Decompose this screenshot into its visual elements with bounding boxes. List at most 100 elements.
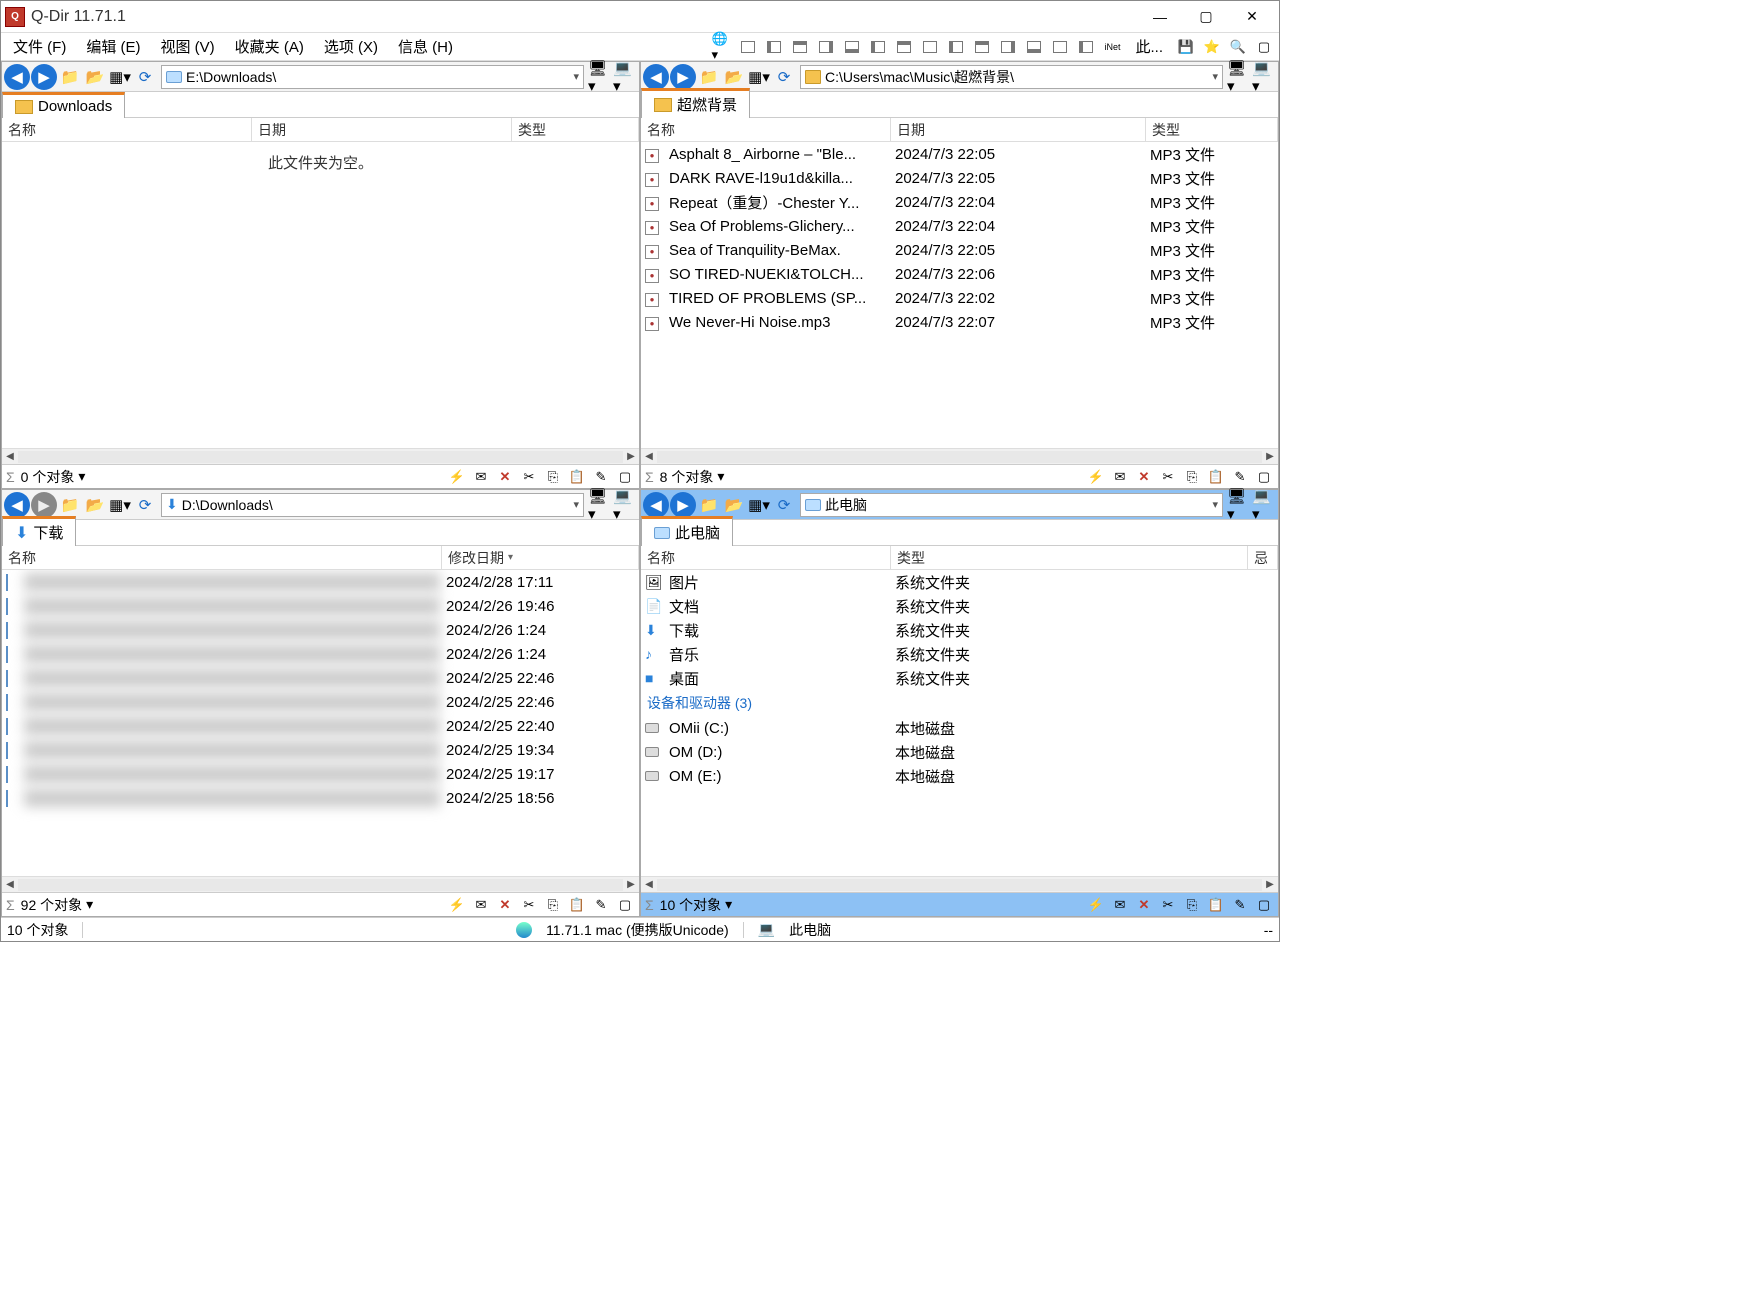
col-name[interactable]: 名称 xyxy=(641,546,891,569)
col-name[interactable]: 名称 xyxy=(2,546,442,569)
flash-icon[interactable]: ⚡ xyxy=(1086,467,1106,487)
file-list-tr[interactable]: ● Asphalt 8_ Airborne – "Ble... 2024/7/3… xyxy=(641,142,1278,448)
layout-4d-icon[interactable] xyxy=(997,36,1019,58)
paste-icon[interactable]: 📋 xyxy=(1206,467,1226,487)
disk-icon[interactable]: 💾 xyxy=(1175,36,1197,58)
edit-icon[interactable]: ✎ xyxy=(1230,467,1250,487)
laptop-icon[interactable]: 💻▾ xyxy=(1252,493,1276,517)
forward-button[interactable]: ▶ xyxy=(31,64,57,90)
cut-icon[interactable]: ✂ xyxy=(519,467,539,487)
props-icon[interactable]: ▢ xyxy=(615,895,635,915)
file-row[interactable]: 2024/2/26 1:24 xyxy=(2,642,639,666)
menu-view[interactable]: 视图 (V) xyxy=(153,34,223,59)
paste-icon[interactable]: 📋 xyxy=(1206,895,1226,915)
cut-icon[interactable]: ✂ xyxy=(1158,467,1178,487)
refresh-icon[interactable]: ⟳ xyxy=(133,65,157,89)
layout-4a-icon[interactable] xyxy=(919,36,941,58)
explorer-icon[interactable]: 📁 xyxy=(697,493,721,517)
laptop-icon[interactable]: 💻▾ xyxy=(613,493,637,517)
copy-icon[interactable]: ⎘ xyxy=(1182,895,1202,915)
system-folder-row[interactable]: ⬇ 下载 系统文件夹 xyxy=(641,618,1278,642)
back-button[interactable]: ◀ xyxy=(643,492,669,518)
inet-icon[interactable]: iNet xyxy=(1101,36,1123,58)
menu-options[interactable]: 选项 (X) xyxy=(316,34,386,59)
refresh-icon[interactable]: ⟳ xyxy=(772,65,796,89)
col-type[interactable]: 类型 xyxy=(1146,118,1278,141)
file-list-br[interactable]: 🖼 图片 系统文件夹📄 文档 系统文件夹⬇ 下载 系统文件夹♪ 音乐 系统文件夹… xyxy=(641,570,1278,876)
props-icon[interactable]: ▢ xyxy=(1254,467,1274,487)
menu-edit[interactable]: 编辑 (E) xyxy=(78,34,148,59)
system-folder-row[interactable]: ■ 桌面 系统文件夹 xyxy=(641,666,1278,690)
forward-button[interactable]: ▶ xyxy=(670,64,696,90)
star-icon[interactable]: ⭐ xyxy=(1201,36,1223,58)
mail-icon[interactable]: ✉ xyxy=(1110,467,1130,487)
layout-quad-icon[interactable] xyxy=(737,36,759,58)
col-date[interactable]: 日期 xyxy=(891,118,1146,141)
file-row[interactable]: 2024/2/25 22:40 xyxy=(2,714,639,738)
new-folder-icon[interactable]: 📂 xyxy=(83,65,107,89)
file-row[interactable]: 2024/2/25 19:34 xyxy=(2,738,639,762)
cut-icon[interactable]: ✂ xyxy=(1158,895,1178,915)
file-row[interactable]: 2024/2/28 17:11 xyxy=(2,570,639,594)
tab-this-pc[interactable]: 此电脑 xyxy=(641,516,733,546)
new-folder-icon[interactable]: 📂 xyxy=(83,493,107,517)
col-name[interactable]: 名称 xyxy=(641,118,891,141)
back-button[interactable]: ◀ xyxy=(643,64,669,90)
drive-row[interactable]: OM (D:) 本地磁盘 xyxy=(641,740,1278,764)
box-icon[interactable]: ▢ xyxy=(1253,36,1275,58)
file-row[interactable]: ● TIRED OF PROBLEMS (SP... 2024/7/3 22:0… xyxy=(641,286,1278,310)
delete-icon[interactable]: ✕ xyxy=(1134,895,1154,915)
maximize-button[interactable]: ▢ xyxy=(1183,2,1229,32)
address-bar-tl[interactable]: E:\Downloads\ ▾ xyxy=(161,65,584,89)
tab-downloads-d[interactable]: ⬇下载 xyxy=(2,516,76,546)
view-mode-icon[interactable]: ▦▾ xyxy=(108,493,132,517)
layout-3a-icon[interactable] xyxy=(815,36,837,58)
view-mode-icon[interactable]: ▦▾ xyxy=(747,493,771,517)
new-folder-icon[interactable]: 📂 xyxy=(722,493,746,517)
forward-button[interactable]: ▶ xyxy=(670,492,696,518)
file-row[interactable]: ● Repeat（重复）-Chester Y... 2024/7/3 22:04… xyxy=(641,190,1278,214)
explorer-icon[interactable]: 📁 xyxy=(58,493,82,517)
menu-favorites[interactable]: 收藏夹 (A) xyxy=(227,34,312,59)
globe-icon[interactable]: 🌐▾ xyxy=(711,36,733,58)
chevron-down-icon[interactable]: ▾ xyxy=(1212,70,1218,83)
col-more[interactable]: 忌 xyxy=(1248,546,1278,569)
hscroll-tr[interactable]: ◀▶ xyxy=(641,448,1278,464)
chevron-down-icon[interactable]: ▾ xyxy=(573,70,579,83)
layout-3d-icon[interactable] xyxy=(893,36,915,58)
mail-icon[interactable]: ✉ xyxy=(471,895,491,915)
magnify-icon[interactable]: 🔍 xyxy=(1227,36,1249,58)
refresh-icon[interactable]: ⟳ xyxy=(772,493,796,517)
monitor-icon[interactable]: 🖥▾ xyxy=(588,493,612,517)
explorer-icon[interactable]: 📁 xyxy=(58,65,82,89)
new-folder-icon[interactable]: 📂 xyxy=(722,65,746,89)
file-row[interactable]: ● SO TIRED-NUEKI&TOLCH... 2024/7/3 22:06… xyxy=(641,262,1278,286)
file-row[interactable]: 2024/2/25 18:56 xyxy=(2,786,639,810)
system-folder-row[interactable]: ♪ 音乐 系统文件夹 xyxy=(641,642,1278,666)
here-menu[interactable]: 此... xyxy=(1127,34,1171,59)
file-row[interactable]: 2024/2/26 19:46 xyxy=(2,594,639,618)
hscroll-tl[interactable]: ◀▶ xyxy=(2,448,639,464)
copy-icon[interactable]: ⎘ xyxy=(1182,467,1202,487)
menu-file[interactable]: 文件 (F) xyxy=(5,34,74,59)
file-row[interactable]: ● DARK RAVE-l19u1d&killa... 2024/7/3 22:… xyxy=(641,166,1278,190)
layout-3b-icon[interactable] xyxy=(841,36,863,58)
group-header-drives[interactable]: 设备和驱动器 (3) xyxy=(641,690,1278,716)
close-button[interactable]: ✕ xyxy=(1229,2,1275,32)
system-folder-row[interactable]: 🖼 图片 系统文件夹 xyxy=(641,570,1278,594)
copy-icon[interactable]: ⎘ xyxy=(543,467,563,487)
layout-4b-icon[interactable] xyxy=(945,36,967,58)
back-button[interactable]: ◀ xyxy=(4,64,30,90)
minimize-button[interactable]: — xyxy=(1137,2,1183,32)
file-row[interactable]: 2024/2/26 1:24 xyxy=(2,618,639,642)
edit-icon[interactable]: ✎ xyxy=(1230,895,1250,915)
edit-icon[interactable]: ✎ xyxy=(591,895,611,915)
hscroll-br[interactable]: ◀▶ xyxy=(641,876,1278,892)
paste-icon[interactable]: 📋 xyxy=(567,895,587,915)
col-date[interactable]: 日期 xyxy=(252,118,512,141)
address-bar-br[interactable]: 此电脑 ▾ xyxy=(800,493,1223,517)
flash-icon[interactable]: ⚡ xyxy=(1086,895,1106,915)
layout-2h-icon[interactable] xyxy=(789,36,811,58)
laptop-icon[interactable]: 💻▾ xyxy=(1252,65,1276,89)
system-folder-row[interactable]: 📄 文档 系统文件夹 xyxy=(641,594,1278,618)
